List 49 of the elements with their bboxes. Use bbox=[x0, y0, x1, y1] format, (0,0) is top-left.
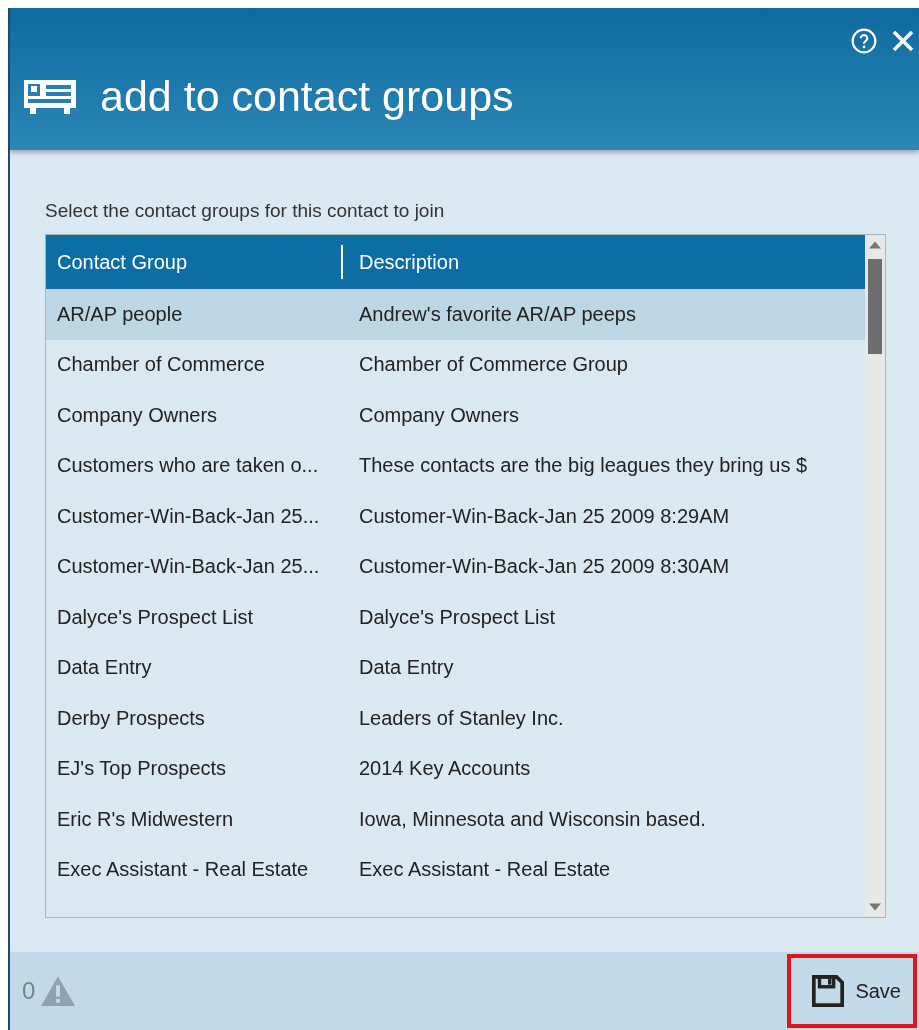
table-cell-text: Derby Prospects bbox=[56, 706, 206, 730]
table-cell-text: Eric R's Midwestern bbox=[56, 807, 235, 831]
save-button[interactable]: Save bbox=[787, 954, 917, 1028]
warning-count: 0 bbox=[22, 977, 36, 1005]
table-cell-text: EJ's Top Prospects bbox=[56, 757, 228, 781]
table-cell-text: Exec Assistant - Real Estate bbox=[56, 858, 310, 882]
table-cell-text: Exec Assistant - Real Estate bbox=[358, 858, 611, 882]
table-row[interactable]: Company Owners Company Owners bbox=[46, 390, 865, 441]
column-header[interactable]: Contact Group bbox=[46, 245, 343, 279]
scrollbar[interactable] bbox=[865, 235, 885, 917]
scroll-down-icon[interactable] bbox=[869, 903, 881, 911]
scroll-thumb[interactable] bbox=[868, 259, 882, 354]
help-icon[interactable] bbox=[851, 28, 877, 54]
window-title: add to contact groups bbox=[100, 72, 514, 121]
table-row[interactable]: Dalyce's Prospect List Dalyce's Prospect List bbox=[46, 592, 865, 643]
table-row[interactable]: AR/AP people Andrew's favorite AR/AP peeps bbox=[46, 289, 865, 340]
table-row[interactable]: Customer-Win-Back-Jan 25... Customer-Win-Back-Jan 25 2009 8:30AM bbox=[46, 541, 865, 592]
table-cell-text: Data Entry bbox=[358, 656, 454, 680]
table-row[interactable]: Customers who are taken o... These contacts are the big leagues they bring us $ bbox=[46, 440, 865, 491]
table-cell-text: 2014 Key Accounts bbox=[358, 757, 531, 781]
table-cell-text: Iowa, Minnesota and Wisconsin based. bbox=[358, 807, 706, 831]
table-row[interactable]: Derby Prospects Leaders of Stanley Inc. bbox=[46, 693, 865, 744]
contact-card-icon bbox=[24, 79, 76, 114]
table-row[interactable]: Exec Assistant - Real Estate Exec Assistant - Real Estate bbox=[46, 844, 865, 895]
table-cell-text: Customer-Win-Back-Jan 25... bbox=[56, 555, 321, 579]
table-row[interactable]: Chamber of Commerce Chamber of Commerce Group bbox=[46, 339, 865, 390]
table-row[interactable]: Data Entry Data Entry bbox=[46, 642, 865, 693]
table-cell-text: Company Owners bbox=[358, 403, 520, 427]
table-cell-text: Customer-Win-Back-Jan 25... bbox=[56, 504, 321, 528]
table-cell-text: Company Owners bbox=[56, 403, 219, 427]
scroll-up-icon[interactable] bbox=[869, 241, 881, 249]
column-header[interactable]: Description bbox=[343, 250, 460, 274]
table-cell-text: Chamber of Commerce Group bbox=[358, 353, 628, 377]
close-icon[interactable] bbox=[891, 29, 915, 53]
table-cell-text: Customer-Win-Back-Jan 25 2009 8:29AM bbox=[358, 504, 730, 528]
table-cell-text: Chamber of Commerce bbox=[56, 353, 266, 377]
instruction-text: Select the contact groups for this contact to join bbox=[45, 200, 446, 222]
table-row[interactable]: EJ's Top Prospects 2014 Key Accounts bbox=[46, 743, 865, 794]
table-row[interactable]: Eric R's Midwestern Iowa, Minnesota and Wisconsin based. bbox=[46, 794, 865, 845]
table-cell-text: Dalyce's Prospect List bbox=[56, 605, 255, 629]
table-cell-text: Data Entry bbox=[56, 656, 153, 680]
table-cell-text: Customers who are taken o... bbox=[56, 454, 320, 478]
table-cell-text: Dalyce's Prospect List bbox=[358, 605, 556, 629]
table-row[interactable]: Customer-Win-Back-Jan 25... Customer-Win-Back-Jan 25 2009 8:29AM bbox=[46, 491, 865, 542]
table-cell-text: Customer-Win-Back-Jan 25 2009 8:30AM bbox=[358, 555, 730, 579]
table-cell-text: Andrew's favorite AR/AP peeps bbox=[358, 302, 636, 326]
table-cell-text: AR/AP people bbox=[56, 302, 184, 326]
table-cell-text: These contacts are the big leagues they bring us $ bbox=[358, 454, 808, 478]
table-cell-text: Leaders of Stanley Inc. bbox=[358, 706, 564, 730]
